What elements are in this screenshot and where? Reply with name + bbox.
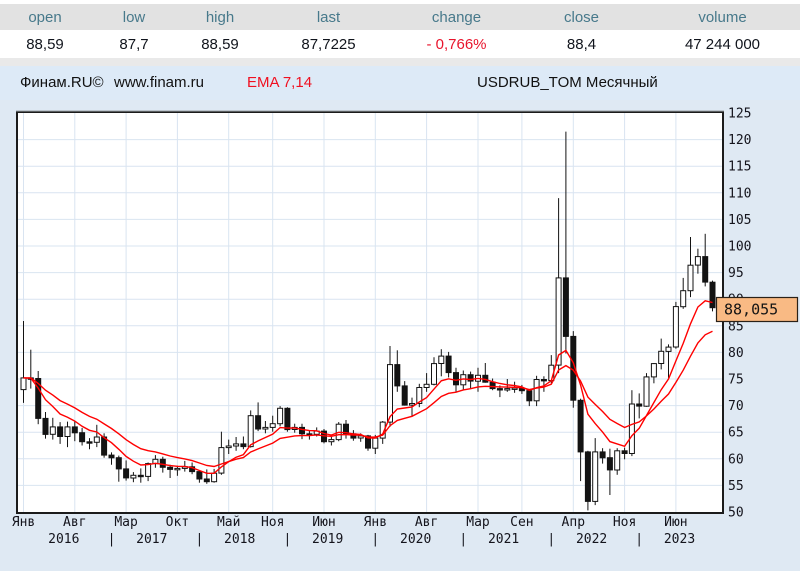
month-tick-label: Авг <box>63 515 86 530</box>
month-tick-label: Май <box>217 515 240 530</box>
y-tick-label: 55 <box>728 479 744 494</box>
year-label: 2016 <box>48 532 79 547</box>
month-tick-label: Июн <box>312 515 335 530</box>
y-tick-label: 50 <box>728 506 744 521</box>
value-change: - 0,766% <box>395 36 518 53</box>
value-open: 88,59 <box>0 36 90 53</box>
month-tick-label: Ноя <box>613 515 636 530</box>
month-tick-label: Окт <box>166 515 189 530</box>
month-tick-label: Авг <box>415 515 438 530</box>
value-last: 87,7225 <box>262 36 395 53</box>
year-label: 2022 <box>576 532 607 547</box>
y-tick-label: 75 <box>728 373 744 388</box>
chart-section: 12512011511010510095908580757065605550Ян… <box>0 100 800 566</box>
header-last: last <box>262 9 395 26</box>
ema-indicator-label: EMA 7,14 <box>247 74 312 91</box>
header-close: close <box>518 9 645 26</box>
year-separator: | <box>371 532 379 547</box>
y-tick-label: 125 <box>728 107 751 122</box>
value-volume: 47 244 000 <box>645 36 800 53</box>
month-tick-label: Ноя <box>261 515 284 530</box>
year-separator: | <box>635 532 643 547</box>
header-volume: volume <box>645 9 800 26</box>
month-tick-label: Сен <box>510 515 533 530</box>
y-tick-label: 105 <box>728 213 751 228</box>
value-close: 88,4 <box>518 36 645 53</box>
month-tick-label: Июн <box>664 515 687 530</box>
header-change: change <box>395 9 518 26</box>
year-separator: | <box>195 532 203 547</box>
month-tick-label: Мар <box>466 515 490 530</box>
month-tick-label: Мар <box>114 515 138 530</box>
year-label: 2017 <box>136 532 167 547</box>
x-axis-labels: Янв Авг Мар Окт Май Ноя Июн Янв Авг Мар Сен Апр Ноя И… <box>12 515 695 547</box>
month-tick-label: Янв <box>364 515 387 530</box>
year-separator: | <box>547 532 555 547</box>
year-label: 2019 <box>312 532 343 547</box>
instrument-title: USDRUB_TOM Месячный <box>477 74 658 91</box>
header-open: open <box>0 9 90 26</box>
y-tick-label: 110 <box>728 186 751 201</box>
value-high: 88,59 <box>178 36 262 53</box>
quote-table-values: 88,59 87,7 88,59 87,7225 - 0,766% 88,4 4… <box>0 30 800 58</box>
price-chart[interactable]: 12512011511010510095908580757065605550Ян… <box>0 100 800 566</box>
price-marker: 88,055 <box>717 298 798 322</box>
year-label: 2018 <box>224 532 255 547</box>
month-tick-label: Апр <box>562 515 586 530</box>
y-tick-label: 65 <box>728 426 744 441</box>
header-low: low <box>90 9 178 26</box>
year-label: 2023 <box>664 532 695 547</box>
y-tick-label: 80 <box>728 346 744 361</box>
y-tick-label: 115 <box>728 160 751 175</box>
header-high: high <box>178 9 262 26</box>
y-tick-label: 95 <box>728 266 744 281</box>
y-tick-label: 120 <box>728 133 751 148</box>
divider <box>0 58 800 66</box>
value-low: 87,7 <box>90 36 178 53</box>
y-tick-label: 70 <box>728 399 744 414</box>
price-marker-value: 88,055 <box>724 301 778 319</box>
year-label: 2021 <box>488 532 519 547</box>
month-tick-label: Янв <box>12 515 35 530</box>
brand-label: Финам.RU© <box>20 74 104 91</box>
info-bar: Финам.RU© www.finam.ru EMA 7,14 USDRUB_T… <box>0 66 800 100</box>
year-separator: | <box>283 532 291 547</box>
year-separator: | <box>459 532 467 547</box>
quote-table-header: open low high last change close volume <box>0 4 800 30</box>
year-separator: | <box>108 532 116 547</box>
y-tick-label: 60 <box>728 452 744 467</box>
year-label: 2020 <box>400 532 431 547</box>
y-tick-label: 100 <box>728 240 751 255</box>
site-link[interactable]: www.finam.ru <box>114 74 204 91</box>
